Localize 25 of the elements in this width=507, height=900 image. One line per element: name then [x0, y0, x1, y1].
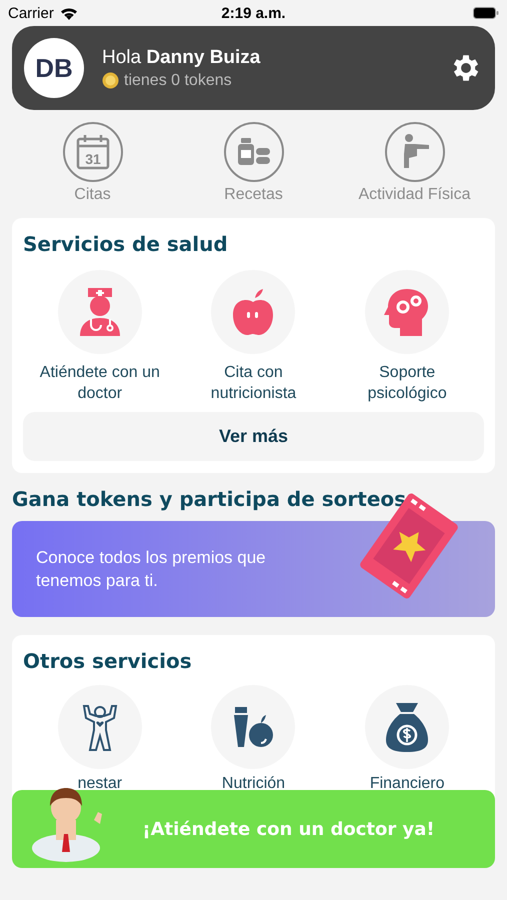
money-bag-icon: [385, 701, 430, 753]
token-count: tienes 0 tokens: [124, 72, 232, 90]
cta-label: ¡Atiéndete con un doctor ya!: [142, 818, 435, 840]
apple-icon: [231, 288, 276, 336]
service-item[interactable]: Cita con nutricionista: [176, 270, 330, 404]
carrot-apple-icon: [231, 705, 276, 749]
see-more-button[interactable]: Ver más: [23, 412, 484, 461]
rewards-banner[interactable]: Conoce todos los premios que tenemos para ti.: [12, 521, 495, 617]
battery-icon: [473, 7, 499, 19]
service-item[interactable]: Soporte psicológico: [330, 270, 484, 404]
service-item[interactable]: Financiero: [330, 685, 484, 794]
wifi-icon: [60, 6, 78, 20]
medicine-icon: [236, 138, 272, 166]
section-title: Gana tokens y participa de sorteos: [12, 487, 408, 511]
carrier-name: Carrier: [8, 4, 54, 22]
user-avatar[interactable]: DB: [24, 38, 84, 98]
service-item[interactable]: Nutrición: [176, 685, 330, 794]
greeting: Hola Danny Buiza: [102, 46, 262, 68]
clock-time: 2:19 a.m.: [221, 4, 286, 22]
section-title: Otros servicios: [23, 649, 193, 673]
rewards-text: Conoce todos los premios que tenemos para ti.: [36, 547, 267, 592]
service-item[interactable]: nestar: [23, 685, 177, 794]
coin-icon: [102, 72, 119, 89]
section-title: Servicios de salud: [23, 232, 229, 256]
service-item[interactable]: Atiéndete con un doctor: [23, 270, 177, 404]
